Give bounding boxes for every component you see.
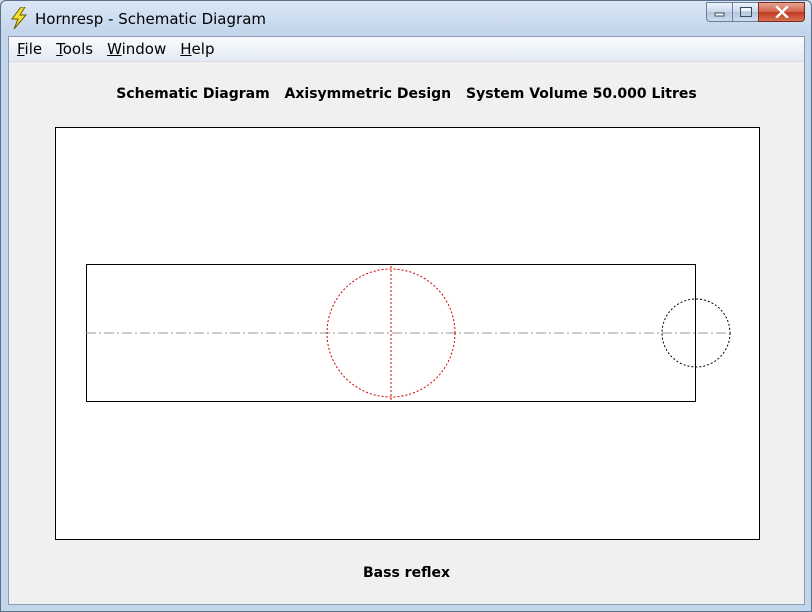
diagram-header: Schematic Diagram Axisymmetric Design Sy… (9, 86, 804, 102)
system-volume: System Volume 50.000 Litres (466, 86, 697, 102)
close-button[interactable] (758, 2, 805, 22)
client-area: File Tools Window Help Schematic Diagram… (8, 36, 805, 605)
menu-file[interactable]: File (9, 37, 48, 61)
diagram-title: Schematic Diagram (116, 86, 270, 102)
caption-buttons (706, 2, 805, 22)
menu-help[interactable]: Help (172, 37, 220, 61)
schematic-canvas (55, 127, 760, 540)
maximize-icon (739, 7, 752, 17)
menu-window[interactable]: Window (99, 37, 172, 61)
design-type: Axisymmetric Design (284, 86, 452, 102)
close-icon (774, 6, 789, 18)
minimize-icon (714, 12, 724, 17)
maximize-button[interactable] (732, 2, 758, 22)
minimize-button[interactable] (706, 2, 732, 22)
menu-bar: File Tools Window Help (9, 37, 804, 62)
schematic-drawing (86, 264, 731, 402)
title-bar[interactable]: Hornresp - Schematic Diagram (1, 1, 811, 35)
lightning-bolt-icon (10, 7, 28, 29)
app-window: Hornresp - Schematic Diagram File Tools … (0, 0, 812, 612)
window-title: Hornresp - Schematic Diagram (35, 10, 266, 28)
system-type-label: Bass reflex (363, 565, 450, 581)
menu-tools[interactable]: Tools (48, 37, 99, 61)
